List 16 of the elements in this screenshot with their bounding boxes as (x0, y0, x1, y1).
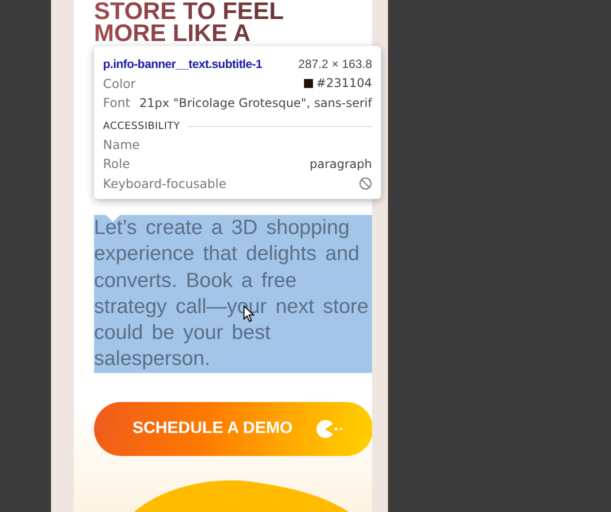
property-value: #231104 (316, 76, 372, 90)
property-label: Name (103, 136, 140, 152)
paragraph: Let’s create a 3D shopping experience that delights and converts. Book a free strategy call—your next store could be your best salesperson. (94, 215, 372, 373)
section-title: ACCESSIBILITY (103, 120, 180, 132)
property-value: 21px "Bricolage Grotesque", sans-serif (139, 96, 372, 110)
heading-line: STORE TO FEEL (94, 1, 285, 23)
property-label: Keyboard-focusable (103, 176, 226, 191)
element-size: 287.2 × 163.8 (298, 56, 372, 71)
pacman-icon (314, 418, 345, 439)
property-label: Font (103, 95, 130, 110)
heading-line: MORE LIKE A (94, 23, 252, 45)
schedule-demo-button[interactable]: SCHEDULE A DEMO (94, 402, 372, 456)
property-label: Role (103, 156, 130, 172)
property-value: paragraph (310, 156, 372, 171)
element-selector: p.info-banner__text.subtitle-1 (103, 56, 262, 71)
property-label: Color (103, 76, 136, 91)
